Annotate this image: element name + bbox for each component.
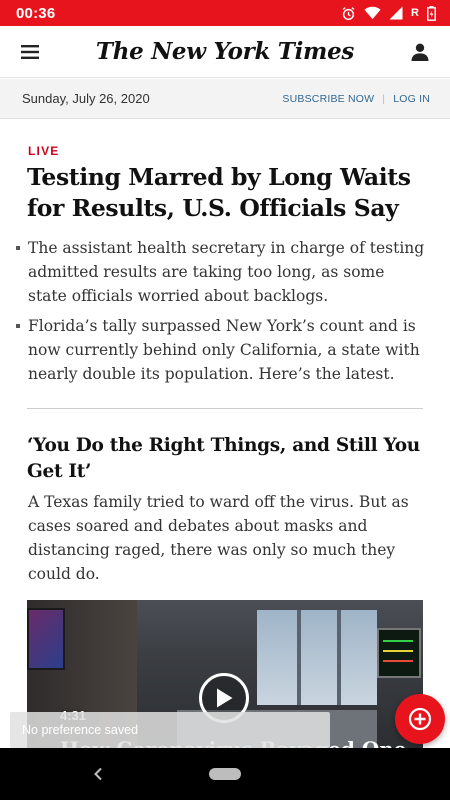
video-scene-window [257, 610, 377, 705]
battery-icon [427, 5, 436, 21]
video-scene-window-frame [337, 610, 341, 705]
bullet-dot-icon [16, 246, 20, 250]
lead-bullet[interactable]: Florida’s tally surpassed New York’s cou… [16, 314, 428, 386]
signal-icon [389, 6, 403, 20]
lead-bullet[interactable]: The assistant health secretary in charge… [16, 236, 428, 308]
second-headline[interactable]: ‘You Do the Right Things, and Still You … [27, 433, 427, 485]
carrier-badge: R [411, 7, 419, 19]
account-links: SUBSCRIBE NOW | LOG IN [282, 93, 430, 105]
section-divider [27, 408, 423, 409]
current-date: Sunday, July 26, 2020 [22, 91, 150, 106]
video-scene-monitor [377, 628, 421, 678]
menu-button[interactable] [12, 34, 48, 70]
video-scene-tv [27, 608, 65, 670]
link-separator: | [382, 92, 386, 105]
play-icon [217, 688, 233, 708]
monitor-wave [383, 650, 413, 652]
back-button[interactable] [86, 762, 110, 786]
subscribe-link[interactable]: SUBSCRIBE NOW [282, 93, 374, 105]
second-summary[interactable]: A Texas family tried to ward off the vir… [28, 490, 426, 586]
monitor-wave [383, 640, 413, 642]
app-screen: 00:36 R The New York Times Sunday, July … [0, 0, 450, 800]
account-button[interactable] [402, 34, 438, 70]
status-bar: 00:36 R [0, 0, 450, 26]
login-link[interactable]: LOG IN [393, 93, 430, 105]
home-pill-button[interactable] [209, 768, 241, 780]
add-icon [408, 707, 432, 731]
lead-bullet-text: Florida’s tally surpassed New York’s cou… [28, 317, 420, 383]
account-icon [411, 43, 429, 61]
video-scene-window-frame [297, 610, 301, 705]
add-fab-button[interactable] [395, 694, 445, 744]
menu-icon [21, 44, 39, 59]
bullet-dot-icon [16, 324, 20, 328]
lead-bullet-text: The assistant health secretary in charge… [28, 239, 425, 305]
status-icons: R [341, 5, 436, 21]
live-label: LIVE [28, 144, 60, 158]
lead-bullets: The assistant health secretary in charge… [16, 236, 428, 392]
back-icon [94, 767, 102, 781]
date-subscribe-bar: Sunday, July 26, 2020 SUBSCRIBE NOW | LO… [0, 79, 450, 119]
lead-headline[interactable]: Testing Marred by Long Waits for Results… [27, 162, 427, 224]
app-header: The New York Times [0, 26, 450, 78]
wifi-icon [364, 6, 381, 20]
toast-message: No preference saved [10, 712, 330, 748]
status-time: 00:36 [16, 4, 56, 22]
nyt-logo[interactable]: The New York Times [96, 38, 354, 65]
system-nav-bar [0, 748, 450, 800]
monitor-wave [383, 660, 413, 662]
article-feed[interactable]: LIVE Testing Marred by Long Waits for Re… [0, 120, 450, 748]
alarm-icon [341, 6, 356, 21]
